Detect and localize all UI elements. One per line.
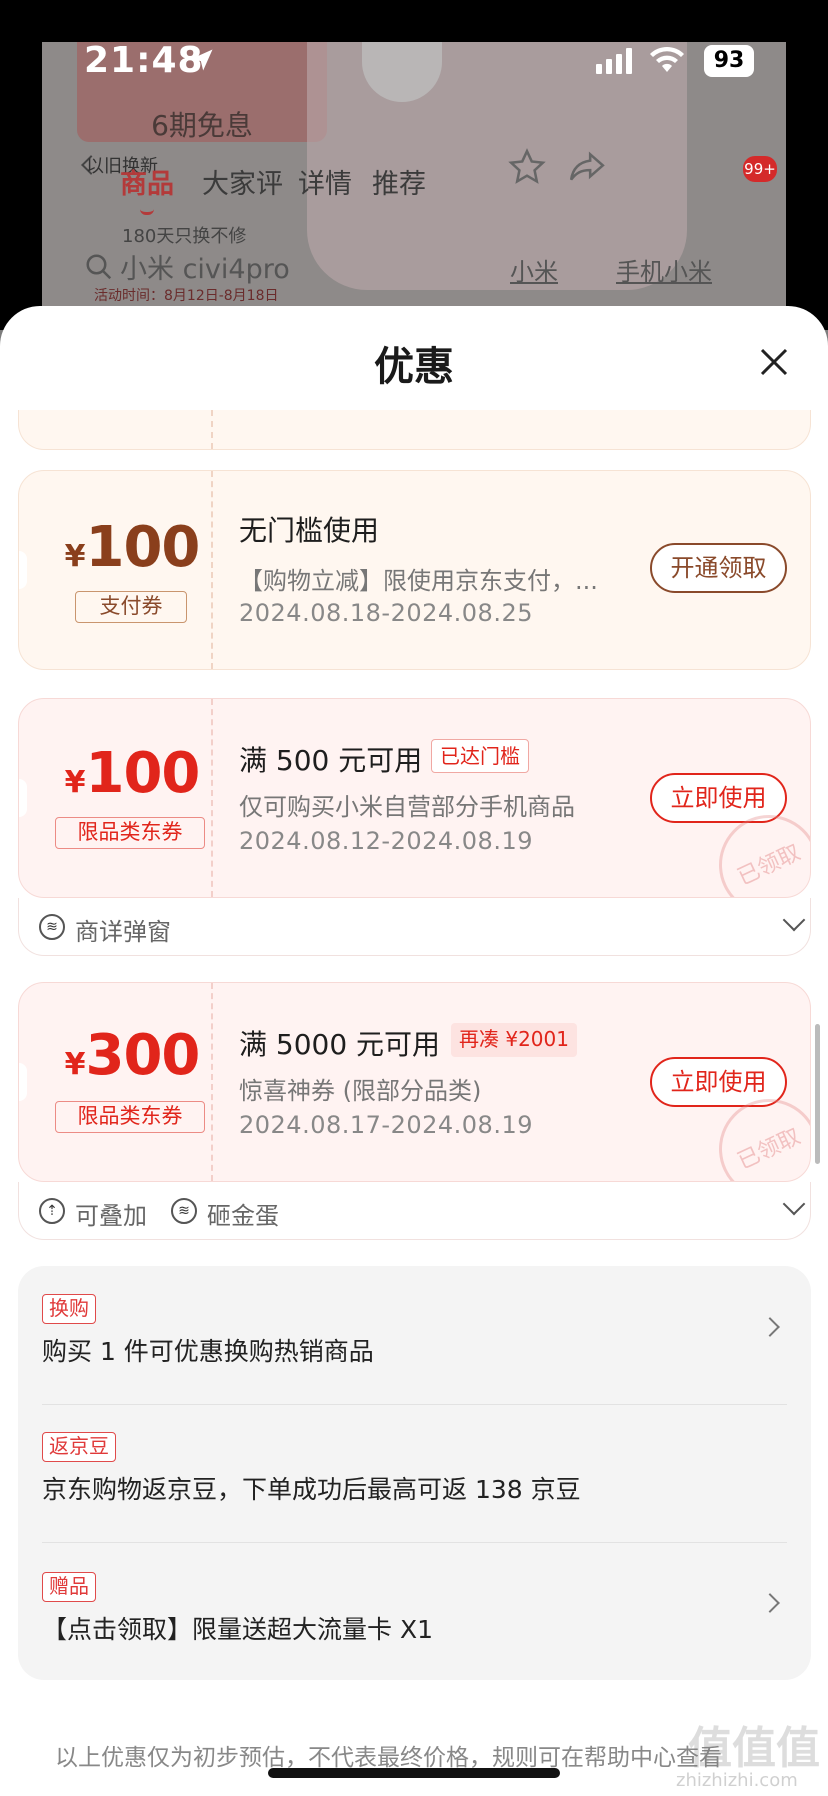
benefit-tag: 赠品: [42, 1572, 96, 1602]
coupon-description: 仅可购买小米自营部分手机商品: [239, 793, 575, 821]
breadcrumb-link-phone[interactable]: 手机小米: [616, 252, 712, 287]
benefit-text: 京东购物返京豆，下单成功后最高可返 138 京豆: [42, 1475, 581, 1504]
coupon-title: 满 500 元可用: [239, 744, 423, 777]
amount-value: 300: [85, 1023, 200, 1088]
coupon-card-partial: [18, 410, 811, 450]
activate-claim-button[interactable]: 开通领取: [650, 543, 787, 593]
coupon-description: 【购物立减】限使用京东支付，...: [239, 567, 598, 595]
coupon-divider: [211, 699, 213, 897]
chevron-down-icon[interactable]: [782, 908, 806, 932]
coupon-footer[interactable]: ≋ 商详弹窗: [18, 898, 811, 956]
status-bar: 21:48 93: [0, 0, 828, 120]
favorite-star-icon[interactable]: [508, 148, 546, 186]
benefit-tag: 换购: [42, 1294, 96, 1324]
remaining-amount-badge: 再凑 ¥2001: [451, 1023, 577, 1057]
tab-details[interactable]: 详情: [298, 162, 352, 201]
card-notch: [19, 1063, 27, 1101]
coupon-card: ¥100 支付券 无门槛使用 【购物立减】限使用京东支付，... 2024.08…: [18, 470, 811, 670]
search-icon: [86, 254, 112, 280]
disclaimer-text: 以上优惠仅为初步预估，不代表最终价格，规则可在帮助中心查看: [55, 1745, 722, 1771]
divider: [42, 1404, 787, 1405]
coupon-icon: ≋: [39, 914, 65, 940]
sheet-title: 优惠: [374, 344, 454, 390]
card-notch: [19, 551, 27, 589]
coupon-validity: 2024.08.18-2024.08.25: [239, 599, 533, 627]
benefit-text[interactable]: 购买 1 件可优惠换购热销商品: [42, 1332, 374, 1368]
amount-value: 100: [85, 515, 200, 580]
coupon-amount: ¥300: [57, 1023, 207, 1088]
coupon-divider: [211, 983, 213, 1181]
chevron-right-icon[interactable]: [760, 1593, 780, 1613]
discount-sheet: 优惠 ¥100 支付券 无门槛使用 【购物立减】限使用京东支付，... 2024…: [0, 306, 828, 1796]
benefit-text[interactable]: 【点击领取】限量送超大流量卡 X1: [42, 1610, 433, 1646]
currency-symbol: ¥: [64, 539, 86, 574]
scrollbar[interactable]: [815, 1024, 820, 1164]
coupon-card: ¥100 限品类东券 满 500 元可用 已达门槛 仅可购买小米自营部分手机商品…: [18, 698, 811, 898]
tab-bar: 商品 大家评 详情 推荐: [42, 162, 786, 208]
tab-goods[interactable]: 商品: [120, 162, 174, 201]
benefit-tag: 返京豆: [42, 1432, 116, 1462]
card-notch: [19, 779, 27, 817]
share-icon[interactable]: [568, 148, 606, 186]
promo-date: 活动时间：8月12日-8月18日: [94, 288, 279, 304]
coupon-icon: ≋: [171, 1198, 197, 1224]
currency-symbol: ¥: [64, 765, 86, 800]
battery-indicator: 93: [704, 45, 754, 77]
tab-recommend[interactable]: 推荐: [372, 162, 426, 201]
watermark-url: zhizhizhi.com: [676, 1770, 798, 1791]
footer-label: 砸金蛋: [207, 1202, 279, 1230]
coupon-title: 满 5000 元可用: [239, 1028, 441, 1061]
coupon-divider: [211, 410, 213, 449]
watermark: 值值值: [688, 1723, 820, 1774]
wifi-icon: [650, 46, 684, 72]
benefits-panel: 换购 购买 1 件可优惠换购热销商品 返京豆 京东购物返京豆，下单成功后最高可返…: [18, 1266, 811, 1680]
stack-icon: ⇡: [39, 1198, 65, 1224]
coupon-type-tag: 限品类东券: [55, 1101, 205, 1133]
breadcrumb-link-xiaomi[interactable]: 小米: [510, 252, 558, 287]
home-indicator[interactable]: [268, 1768, 560, 1778]
currency-symbol: ¥: [64, 1047, 86, 1082]
background-page: 6期免息 以旧换新 商品 大家评 详情 推荐 99+ 180天只换不修 小米 c…: [0, 0, 828, 330]
tab-reviews[interactable]: 大家评: [202, 162, 283, 201]
cart-badge: 99+: [743, 156, 777, 182]
active-tab-indicator: [140, 209, 154, 215]
coupon-type-tag: 限品类东券: [55, 817, 205, 849]
coupon-amount: ¥100: [57, 515, 207, 580]
chevron-down-icon[interactable]: [782, 1192, 806, 1216]
coupon-validity: 2024.08.17-2024.08.19: [239, 1111, 533, 1139]
coupon-title: 无门槛使用: [239, 514, 380, 547]
footer-label: 商详弹窗: [75, 918, 171, 946]
divider: [42, 1542, 787, 1543]
chevron-right-icon[interactable]: [760, 1317, 780, 1337]
threshold-met-badge: 已达门槛: [431, 739, 529, 773]
coupon-card: ¥300 限品类东券 满 5000 元可用 再凑 ¥2001 惊喜神券 (限部分…: [18, 982, 811, 1182]
signal-icon: [596, 48, 632, 74]
coupon-divider: [211, 471, 213, 669]
location-arrow-icon: [191, 49, 213, 71]
status-time: 21:48: [84, 40, 204, 81]
coupon-amount: ¥100: [57, 741, 207, 806]
coupon-description: 惊喜神券 (限部分品类): [239, 1077, 482, 1105]
coupon-validity: 2024.08.12-2024.08.19: [239, 827, 533, 855]
coupon-footer[interactable]: ⇡ 可叠加 ≋ 砸金蛋: [18, 1182, 811, 1240]
amount-value: 100: [85, 741, 200, 806]
close-icon[interactable]: [754, 342, 794, 382]
coupon-type-tag: 支付券: [75, 591, 187, 623]
promo-subtext: 180天只换不修: [122, 226, 247, 247]
search-input[interactable]: 小米 civi4pro: [120, 247, 290, 286]
footer-label: 可叠加: [75, 1202, 147, 1230]
